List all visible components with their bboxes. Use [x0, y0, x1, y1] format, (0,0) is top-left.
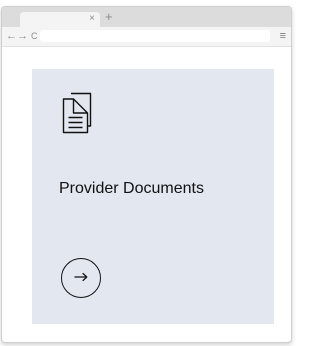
arrow-right-icon [74, 269, 88, 287]
forward-icon[interactable]: → [17, 29, 28, 43]
browser-toolbar: ← → C ≡ [2, 27, 291, 47]
menu-icon[interactable]: ≡ [280, 28, 286, 44]
browser-titlebar: × + [2, 7, 291, 27]
address-bar[interactable] [40, 30, 270, 42]
tab-close-icon[interactable]: × [89, 12, 95, 26]
new-tab-icon[interactable]: + [105, 9, 113, 25]
browser-tab[interactable]: × [20, 12, 100, 27]
back-icon[interactable]: ← [6, 29, 17, 43]
open-card-button[interactable] [61, 258, 101, 298]
card-title: Provider Documents [59, 180, 204, 197]
browser-window: × + ← → C ≡ Provider Documents [1, 6, 292, 343]
provider-documents-card[interactable]: Provider Documents [32, 69, 274, 324]
reload-icon[interactable]: C [31, 29, 38, 43]
documents-icon [62, 92, 92, 139]
